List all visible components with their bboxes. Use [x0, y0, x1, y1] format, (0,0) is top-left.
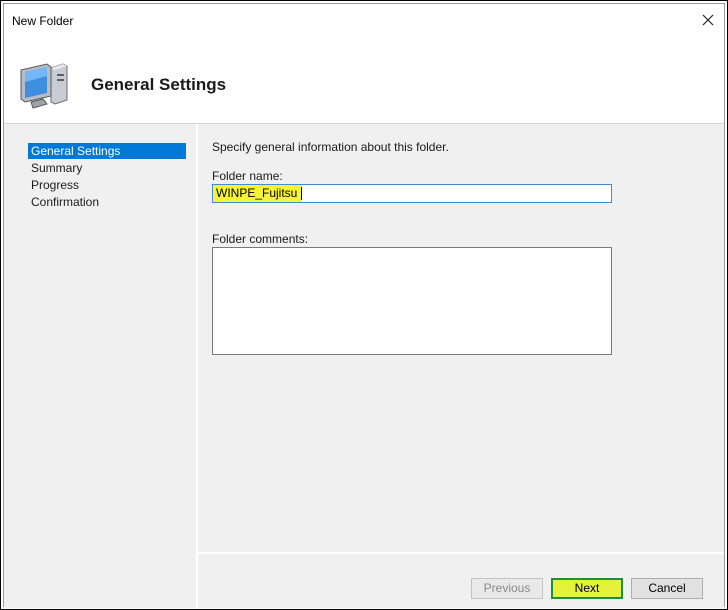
close-button[interactable]: [698, 10, 718, 30]
text-caret: [301, 187, 302, 200]
wizard-steps-sidebar: General Settings Summary Progress Confir…: [4, 124, 196, 608]
computer-monitor-icon: [17, 56, 73, 112]
folder-comments-textarea[interactable]: [212, 247, 612, 355]
window-title: New Folder: [12, 14, 74, 28]
header-title: General Settings: [91, 75, 227, 94]
settings-panel: Specify general information about this f…: [196, 124, 724, 552]
folder-name-label: Folder name:: [212, 169, 283, 183]
step-general-settings[interactable]: General Settings: [28, 143, 186, 159]
cancel-button[interactable]: Cancel: [631, 578, 703, 599]
folder-comments-label: Folder comments:: [212, 232, 309, 246]
close-icon: [702, 14, 714, 26]
step-confirmation[interactable]: Confirmation: [28, 194, 99, 210]
previous-button[interactable]: Previous: [471, 578, 543, 599]
new-folder-dialog: New Folder General Settings General Sett…: [0, 0, 728, 610]
folder-name-input[interactable]: WINPE_Fujitsu: [212, 184, 612, 203]
step-progress[interactable]: Progress: [28, 177, 79, 193]
step-summary[interactable]: Summary: [28, 160, 82, 176]
title-bar: New Folder: [4, 4, 724, 38]
wizard-footer: Previous Next Cancel: [196, 552, 724, 608]
folder-name-value: WINPE_Fujitsu: [216, 186, 298, 200]
dialog-frame: New Folder General Settings General Sett…: [3, 3, 725, 608]
instruction-text: Specify general information about this f…: [212, 140, 449, 154]
wizard-header: General Settings: [4, 38, 724, 124]
next-button[interactable]: Next: [551, 578, 623, 599]
